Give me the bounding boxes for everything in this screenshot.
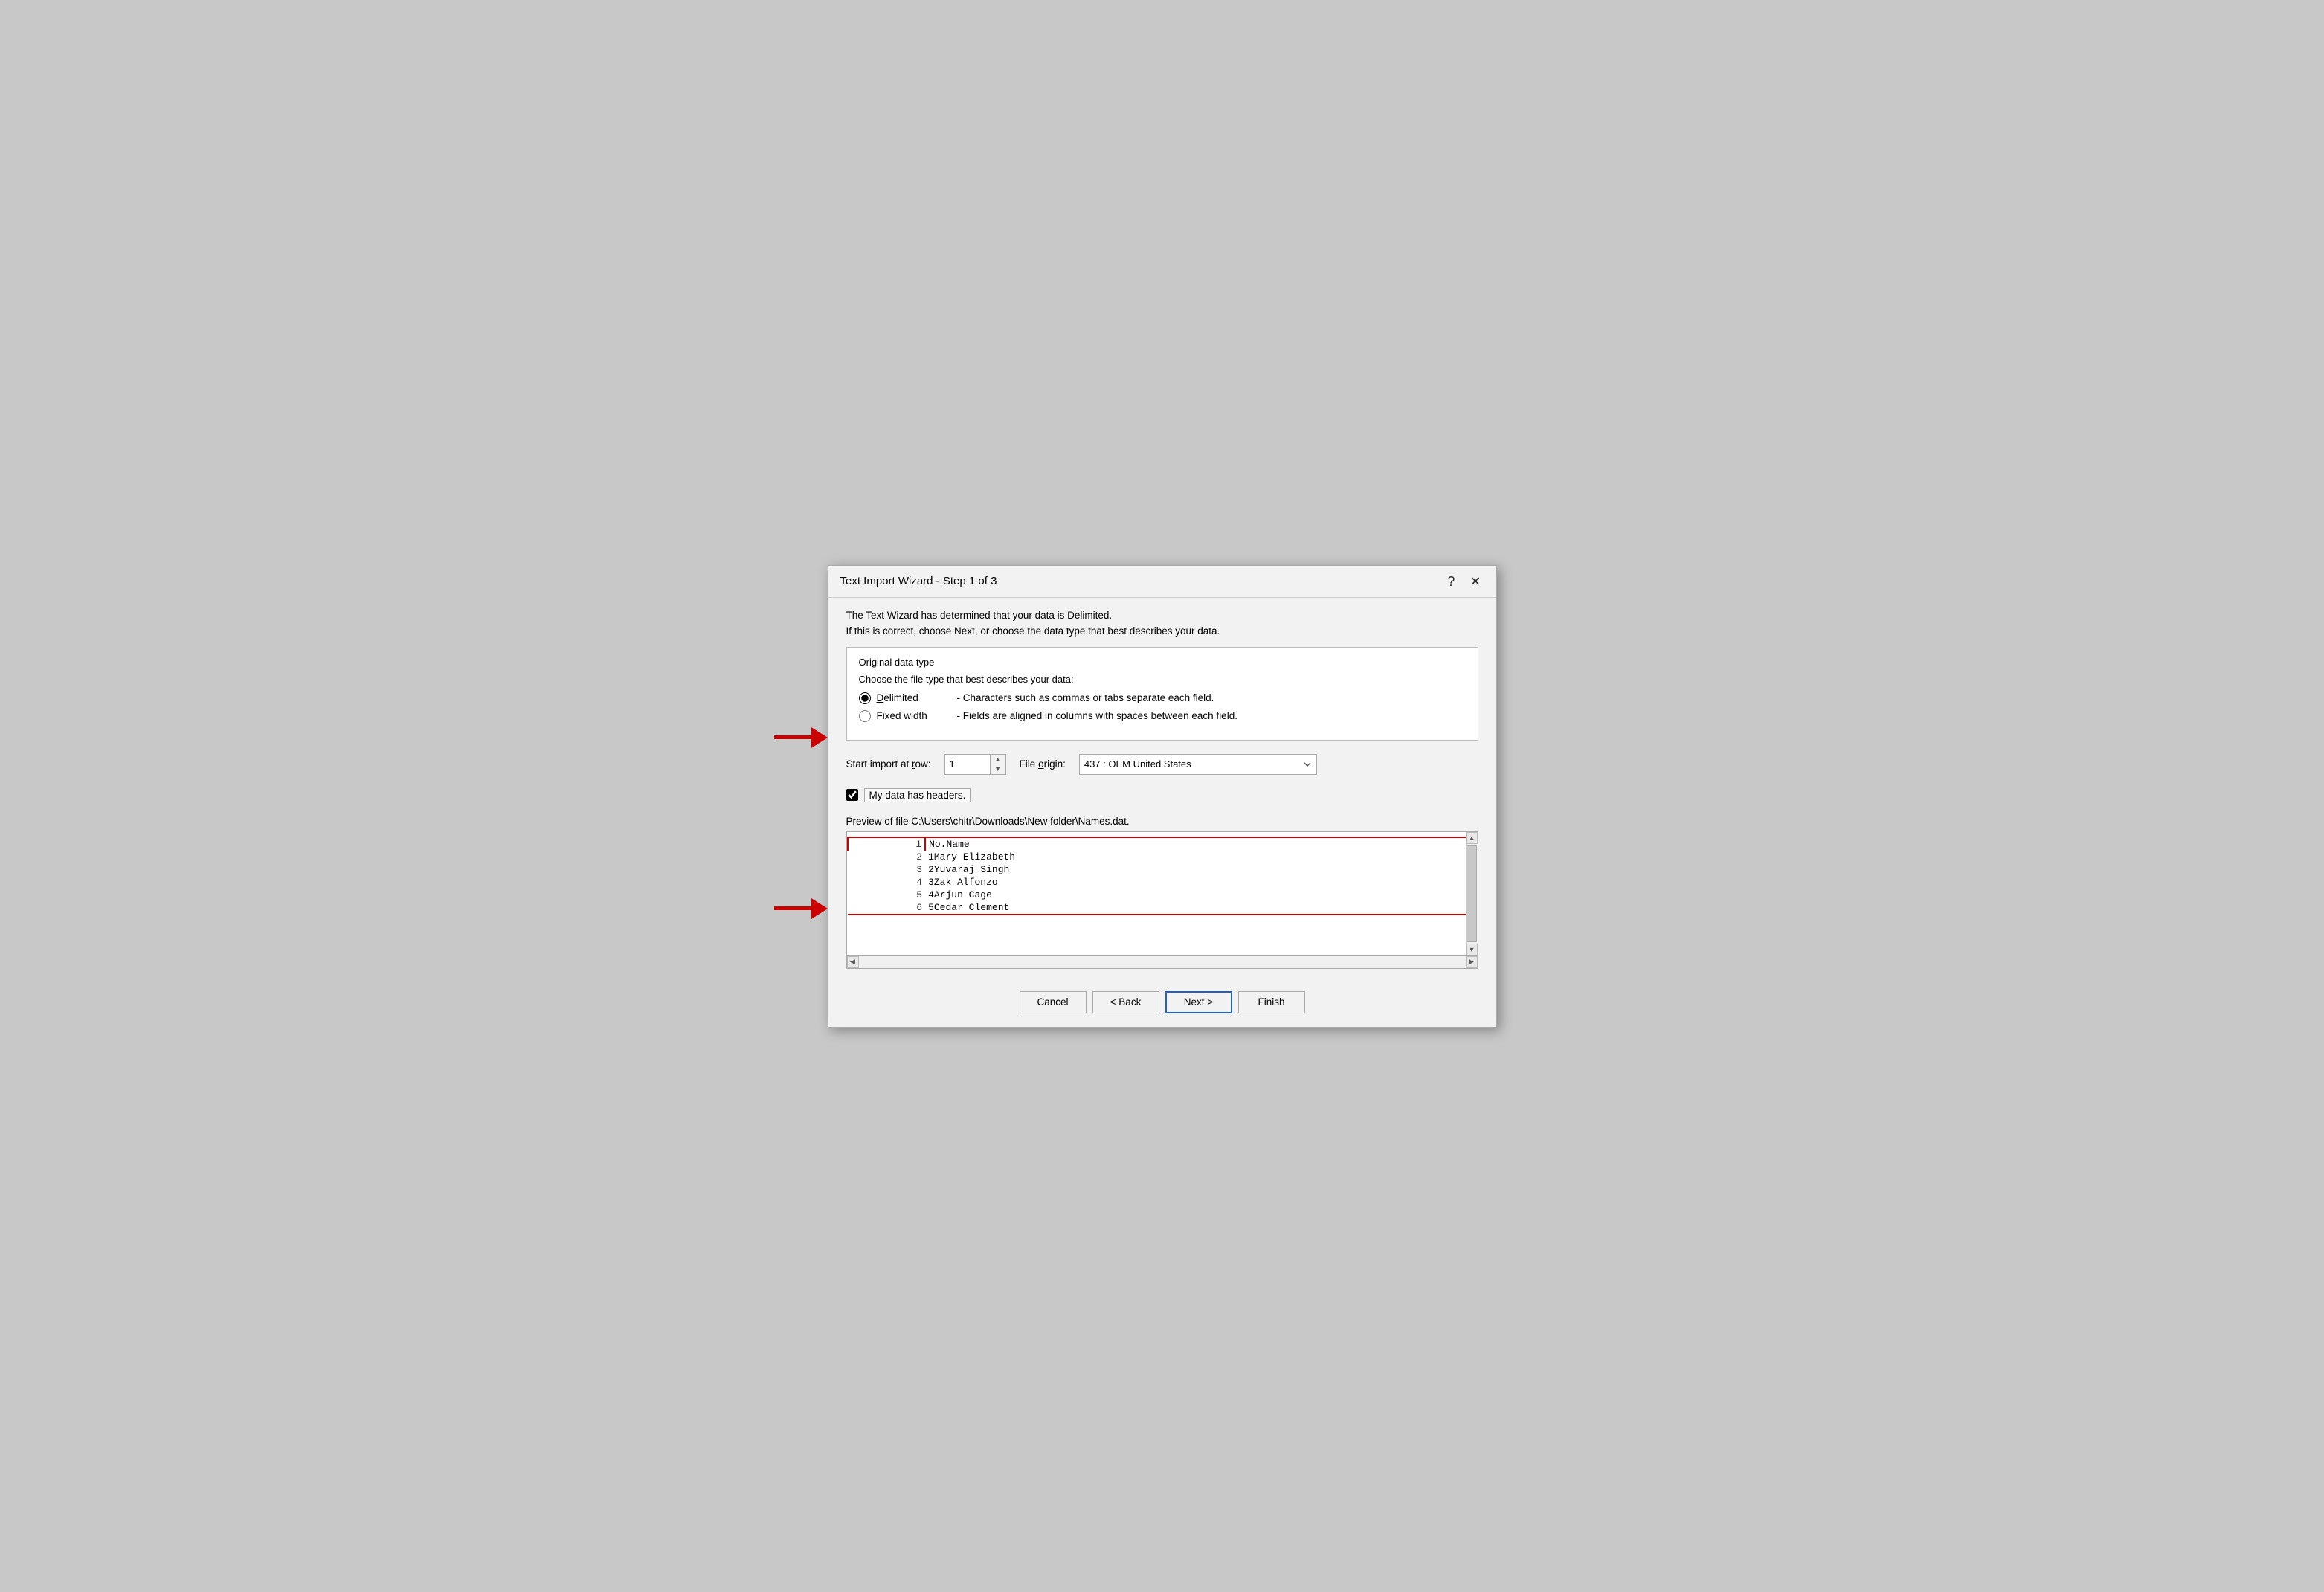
row-number: 1 xyxy=(848,837,926,851)
scroll-down-arrow[interactable]: ▼ xyxy=(1466,944,1478,955)
cancel-button[interactable]: Cancel xyxy=(1020,991,1087,1013)
vertical-scrollbar[interactable]: ▲ ▼ xyxy=(1466,832,1478,955)
file-origin-wrapper: 437 : OEM United States xyxy=(1079,754,1317,775)
row-number: 2 xyxy=(848,851,926,863)
dialog-footer: Cancel < Back Next > Finish xyxy=(828,981,1496,1027)
spinbox-down-btn[interactable]: ▼ xyxy=(991,764,1005,774)
row-number: 4 xyxy=(848,876,926,889)
dialog-body: The Text Wizard has determined that your… xyxy=(828,598,1496,981)
row-content: 5Cedar Clement xyxy=(925,901,1465,915)
fixed-width-row: Fixed width - Fields are aligned in colu… xyxy=(859,710,1466,722)
horizontal-scrollbar[interactable]: ◀ ▶ xyxy=(846,956,1478,969)
fixed-width-radio[interactable] xyxy=(859,710,871,722)
scroll-thumb[interactable] xyxy=(1467,845,1477,942)
spinbox-up-btn[interactable]: ▲ xyxy=(991,755,1005,764)
start-row-spinbox[interactable]: ▲ ▼ xyxy=(944,754,1006,775)
help-button[interactable]: ? xyxy=(1443,573,1459,590)
start-row-label: Start import at row: xyxy=(846,758,931,770)
headers-checkbox-row: My data has headers. xyxy=(846,788,1478,802)
text-import-wizard-dialog: Text Import Wizard - Step 1 of 3 ? ✕ The… xyxy=(828,565,1497,1028)
table-row: 54Arjun Cage xyxy=(848,889,1466,901)
table-row: 32Yuvaraj Singh xyxy=(848,863,1466,876)
table-row: 65Cedar Clement xyxy=(848,901,1466,915)
table-row: 1No.Name xyxy=(848,837,1466,851)
table-row: 43Zak Alfonzo xyxy=(848,876,1466,889)
intro-text-1: The Text Wizard has determined that your… xyxy=(846,610,1478,621)
delimited-label[interactable]: Delimited xyxy=(877,692,951,703)
row-content: 1Mary Elizabeth xyxy=(925,851,1465,863)
fixed-width-label[interactable]: Fixed width xyxy=(877,710,951,721)
file-origin-label: File origin: xyxy=(1020,758,1066,770)
row-content: 3Zak Alfonzo xyxy=(925,876,1465,889)
preview-content: 1No.Name21Mary Elizabeth32Yuvaraj Singh4… xyxy=(847,832,1466,955)
fixed-width-desc: - Fields are aligned in columns with spa… xyxy=(957,710,1237,721)
dialog-titlebar: Text Import Wizard - Step 1 of 3 ? ✕ xyxy=(828,566,1496,598)
preview-box: 1No.Name21Mary Elizabeth32Yuvaraj Singh4… xyxy=(846,831,1478,956)
data-type-section: Original data type Choose the file type … xyxy=(846,647,1478,741)
scroll-up-arrow[interactable]: ▲ xyxy=(1466,832,1478,844)
close-button[interactable]: ✕ xyxy=(1465,573,1485,590)
row-number: 6 xyxy=(848,901,926,915)
dialog-title: Text Import Wizard - Step 1 of 3 xyxy=(840,575,997,587)
scroll-left-arrow[interactable]: ◀ xyxy=(847,956,859,968)
row-content: 4Arjun Cage xyxy=(925,889,1465,901)
next-button[interactable]: Next > xyxy=(1165,991,1232,1013)
row-content: No.Name xyxy=(925,837,1465,851)
finish-button[interactable]: Finish xyxy=(1238,991,1305,1013)
headers-checkbox[interactable] xyxy=(846,789,858,801)
row-number: 5 xyxy=(848,889,926,901)
headers-label[interactable]: My data has headers. xyxy=(864,788,971,802)
row-settings: Start import at row: ▲ ▼ File origin: xyxy=(846,754,1478,775)
delimited-row: Delimited - Characters such as commas or… xyxy=(859,692,1466,704)
delimited-radio[interactable] xyxy=(859,692,871,704)
preview-table: 1No.Name21Mary Elizabeth32Yuvaraj Singh4… xyxy=(847,837,1466,915)
back-button[interactable]: < Back xyxy=(1092,991,1159,1013)
preview-label: Preview of file C:\Users\chitr\Downloads… xyxy=(846,816,1478,827)
titlebar-icons: ? ✕ xyxy=(1443,573,1485,590)
section-title: Original data type xyxy=(859,657,1466,668)
row-number: 3 xyxy=(848,863,926,876)
start-row-input[interactable] xyxy=(945,755,990,774)
intro-text-2: If this is correct, choose Next, or choo… xyxy=(846,625,1478,637)
scroll-right-arrow[interactable]: ▶ xyxy=(1466,956,1478,968)
file-origin-select[interactable]: 437 : OEM United States xyxy=(1079,754,1317,775)
section-subtitle: Choose the file type that best describes… xyxy=(859,674,1466,685)
scroll-track-h xyxy=(859,956,1466,967)
table-row: 21Mary Elizabeth xyxy=(848,851,1466,863)
row-content: 2Yuvaraj Singh xyxy=(925,863,1465,876)
spinbox-buttons: ▲ ▼ xyxy=(990,755,1005,774)
delimited-desc: - Characters such as commas or tabs sepa… xyxy=(957,692,1214,703)
